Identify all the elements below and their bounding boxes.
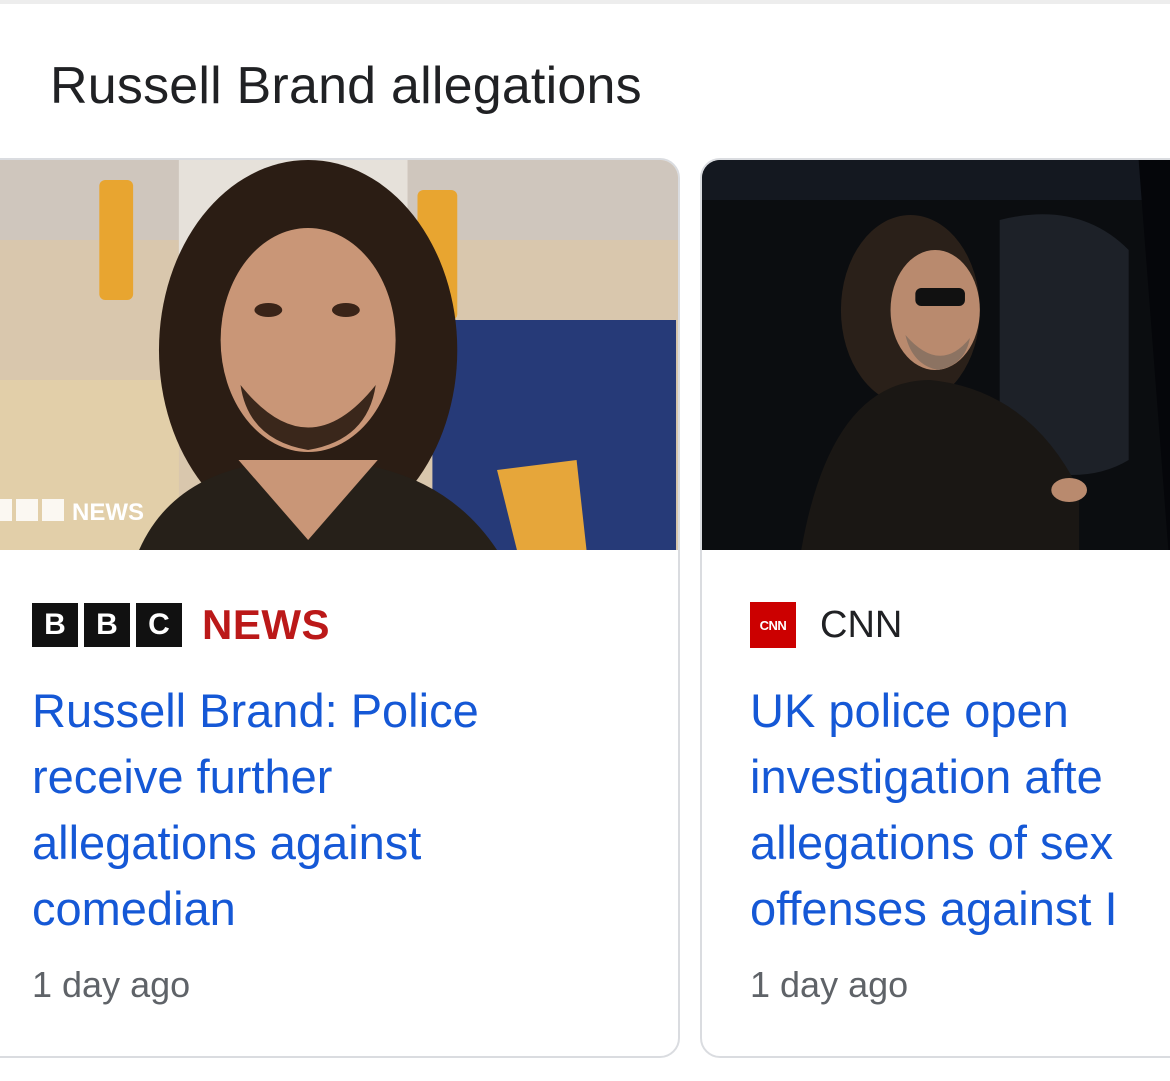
bbc-news-wordmark: NEWS [202,601,330,648]
headline-line: offenses against I [750,882,1118,935]
cnn-favicon-icon: CNN [750,602,796,648]
news-headline[interactable]: Russell Brand: Police receive further al… [32,678,652,942]
headline-line: UK police open [750,684,1069,737]
bbc-news-watermark-icon: NEWS [0,499,144,525]
news-thumbnail[interactable] [702,160,1170,550]
top-divider [0,0,1170,4]
news-thumbnail[interactable]: NEWS [0,160,678,550]
headline-line: receive further [32,750,333,803]
news-card-bbc[interactable]: NEWS B B C NEWS Russell Brand: Police re… [0,158,680,1058]
news-headline[interactable]: UK police open investigation afte allega… [750,678,1170,942]
news-source: CNN CNN [750,600,902,650]
news-source: B B C NEWS [32,600,330,650]
bbc-logo-block: C [136,603,182,647]
bbc-logo-block: B [32,603,78,647]
source-name: CNN [820,603,903,646]
bbc-logo-block: B [84,603,130,647]
news-card-cnn[interactable]: CNN CNN UK police open investigation aft… [700,158,1170,1058]
headline-line: comedian [32,882,236,935]
news-timestamp: 1 day ago [750,964,909,1005]
headline-line: allegations against [32,816,422,869]
section-title: Russell Brand allegations [50,57,642,115]
watermark-word: NEWS [72,499,144,525]
thumbnail-photo [0,160,678,550]
news-timestamp: 1 day ago [32,964,191,1005]
headline-line: investigation afte [750,750,1103,803]
headline-line: Russell Brand: Police [32,684,479,737]
bbc-news-logo-icon: B B C NEWS [32,601,330,649]
headline-line: allegations of sex [750,816,1114,869]
thumbnail-photo [702,160,1170,550]
